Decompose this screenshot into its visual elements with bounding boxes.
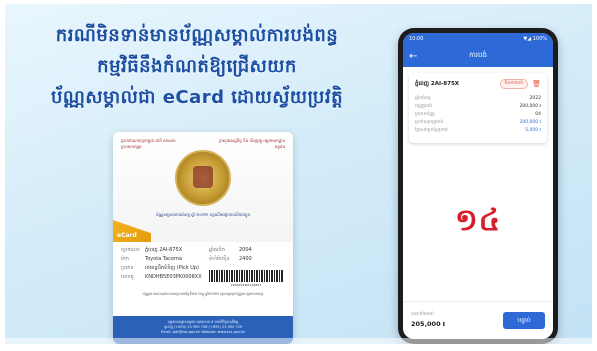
headline-line-1: ករណីមិនទាន់មានប័ណ្ណសម្គាល់ការបង់ពន្ធ bbox=[55, 25, 339, 46]
card-row-key-2: ឆ្នាំផលិត bbox=[209, 247, 225, 253]
detail-row: ថ្លៃសេវាប្រព័ន្ធទូទាត់ 5,000 ៛ bbox=[415, 127, 541, 135]
card-footer: អគ្គនាយកដ្ឋានពន្ធដារ អគារលេខ ៩ មហាវិថីព្… bbox=[113, 316, 293, 344]
ministry-seal-icon bbox=[175, 150, 231, 206]
card-row-value: Toyota Tacoma bbox=[145, 256, 182, 262]
card-row-key: ប្រភេទ bbox=[121, 265, 134, 271]
headline-line-2: កម្មវិធីនឹងកំណត់ឱ្យជ្រើសយក bbox=[97, 56, 297, 77]
back-arrow-icon[interactable]: ← bbox=[409, 51, 429, 62]
card-row-value: KNDHB5E03PK0008XX bbox=[145, 274, 202, 280]
card-header-left: ព្រះរាជាណាចក្រកម្ពុជា ជាតិ សាសនា ព្រះមហា… bbox=[121, 138, 176, 149]
step-number: ១៤ bbox=[455, 203, 501, 238]
card-row: ម៉ាក Toyota Tacoma ទំហំម៉ាស៊ីន 2400 bbox=[121, 255, 287, 264]
detail-row: ប្រាក់សរុបត្រូវបង់ 200,000 ៛ bbox=[415, 119, 541, 127]
bottom-bar: សរុបទាំងអស់ 205,000 ៛ បន្ទាប់ bbox=[403, 301, 553, 339]
headline-line-3: ប័ណ្ណសម្គាល់ជា eCard ដោយស្វ័យប្រវត្តិ bbox=[50, 87, 343, 108]
total-label: សរុបទាំងអស់ bbox=[411, 311, 434, 317]
barcode-number: 2100023451234567 bbox=[230, 283, 262, 287]
phone-screen: 10:00 ▼◢ 100% ← ការបង់ ភ្នំពេញ 2AI-875X … bbox=[403, 33, 553, 339]
ecard-tag: eCard bbox=[113, 220, 151, 242]
detail-value: 04 bbox=[535, 112, 541, 117]
headline: ករណីមិនទាន់មានប័ណ្ណសម្គាល់ការបង់ពន្ធ កម្… bbox=[27, 20, 367, 113]
total-value: 205,000 ៛ bbox=[411, 319, 445, 328]
page-title: ការបង់ bbox=[469, 51, 487, 59]
trash-icon[interactable]: 🗑 bbox=[532, 80, 541, 88]
total-block: សរុបទាំងអស់ 205,000 ៛ bbox=[411, 312, 445, 330]
detail-key: ប្រភេទប័ណ្ណ bbox=[415, 112, 435, 117]
card-actions: មិនទាន់បង់ 🗑 bbox=[499, 79, 541, 89]
card-top: ព្រះរាជាណាចក្រកម្ពុជា ជាតិ សាសនា ព្រះមហា… bbox=[113, 132, 293, 242]
detail-row: ពន្ធត្រូវបង់ 200,000 ៛ bbox=[415, 103, 541, 111]
card-row-key: ម៉ាក bbox=[121, 256, 129, 262]
status-badge: មិនទាន់បង់ bbox=[499, 79, 529, 89]
detail-key: ប្រាក់សរុបត្រូវបង់ bbox=[415, 120, 444, 125]
detail-key: ថ្លៃសេវាប្រព័ន្ធទូទាត់ bbox=[415, 128, 448, 133]
card-row-key: ស្លាកលេខ bbox=[121, 247, 141, 253]
card-row: ស្លាកលេខ ភ្នំពេញ 2AI-875X ឆ្នាំផលិត 2004 bbox=[121, 246, 287, 255]
card-note: ប័ណ្ណនេះមានសុពលភាពរហូតដល់ថ្ងៃទី៣១ ខែធ្នូ… bbox=[142, 292, 264, 296]
status-bar: 10:00 ▼◢ 100% bbox=[403, 33, 553, 45]
detail-value: 2022 bbox=[529, 96, 541, 101]
detail-key: ឆ្នាំបង់ពន្ធ bbox=[415, 96, 431, 101]
card-footer-line: Email: gdt@tax.gov.kh Website: www.tax.g… bbox=[160, 330, 246, 334]
detail-row: ឆ្នាំបង់ពន្ធ 2022 bbox=[415, 95, 541, 103]
card-row-value-2: 2004 bbox=[239, 247, 252, 253]
detail-value: 5,000 ៛ bbox=[525, 128, 541, 133]
detail-row: ប្រភេទប័ណ្ណ 04 bbox=[415, 111, 541, 119]
vehicle-card-header: ភ្នំពេញ 2AI-875X មិនទាន់បង់ 🗑 bbox=[415, 79, 541, 89]
detail-value: 200,000 ៛ bbox=[519, 104, 541, 109]
card-row-key: លេខតួ bbox=[121, 274, 134, 280]
detail-key: ពន្ធត្រូវបង់ bbox=[415, 104, 433, 109]
barcode-icon bbox=[209, 270, 283, 282]
plate-number: ភ្នំពេញ 2AI-875X bbox=[415, 81, 460, 87]
card-header-right: ក្រសួងសេដ្ឋកិច្ច និង ហិរញ្ញវត្ថុ អគ្គនាយ… bbox=[219, 138, 285, 149]
vehicle-tax-card[interactable]: ភ្នំពេញ 2AI-875X មិនទាន់បង់ 🗑 ឆ្នាំបង់ពន… bbox=[409, 73, 547, 143]
card-row-value-2: 2400 bbox=[239, 256, 252, 262]
card-row-value: រថយន្តដឹកទំនិញ (Pick Up) bbox=[145, 265, 200, 271]
card-row-key-2: ទំហំម៉ាស៊ីន bbox=[209, 256, 230, 262]
ecard-tag-label: eCard bbox=[117, 232, 137, 239]
status-icons: ▼◢ 100% bbox=[523, 36, 547, 42]
status-time: 10:00 bbox=[409, 36, 424, 42]
phone-mockup: 10:00 ▼◢ 100% ← ការបង់ ភ្នំពេញ 2AI-875X … bbox=[398, 28, 558, 344]
card-row-value: ភ្នំពេញ 2AI-875X bbox=[145, 247, 183, 253]
detail-value: 200,000 ៛ bbox=[519, 120, 541, 125]
ecard-image: ព្រះរាជាណាចក្រកម្ពុជា ជាតិ សាសនា ព្រះមហា… bbox=[113, 132, 293, 344]
card-ministry-title: ប័ណ្ណសម្គាល់ការបង់ពន្ធ ឆ្នាំ ២០២២ ពន្ធលើ… bbox=[155, 212, 251, 217]
app-bar: ← ការបង់ bbox=[403, 45, 553, 67]
video-frame: ករណីមិនទាន់មានប័ណ្ណសម្គាល់ការបង់ពន្ធ កម្… bbox=[5, 4, 592, 344]
next-button[interactable]: បន្ទាប់ bbox=[503, 312, 545, 329]
